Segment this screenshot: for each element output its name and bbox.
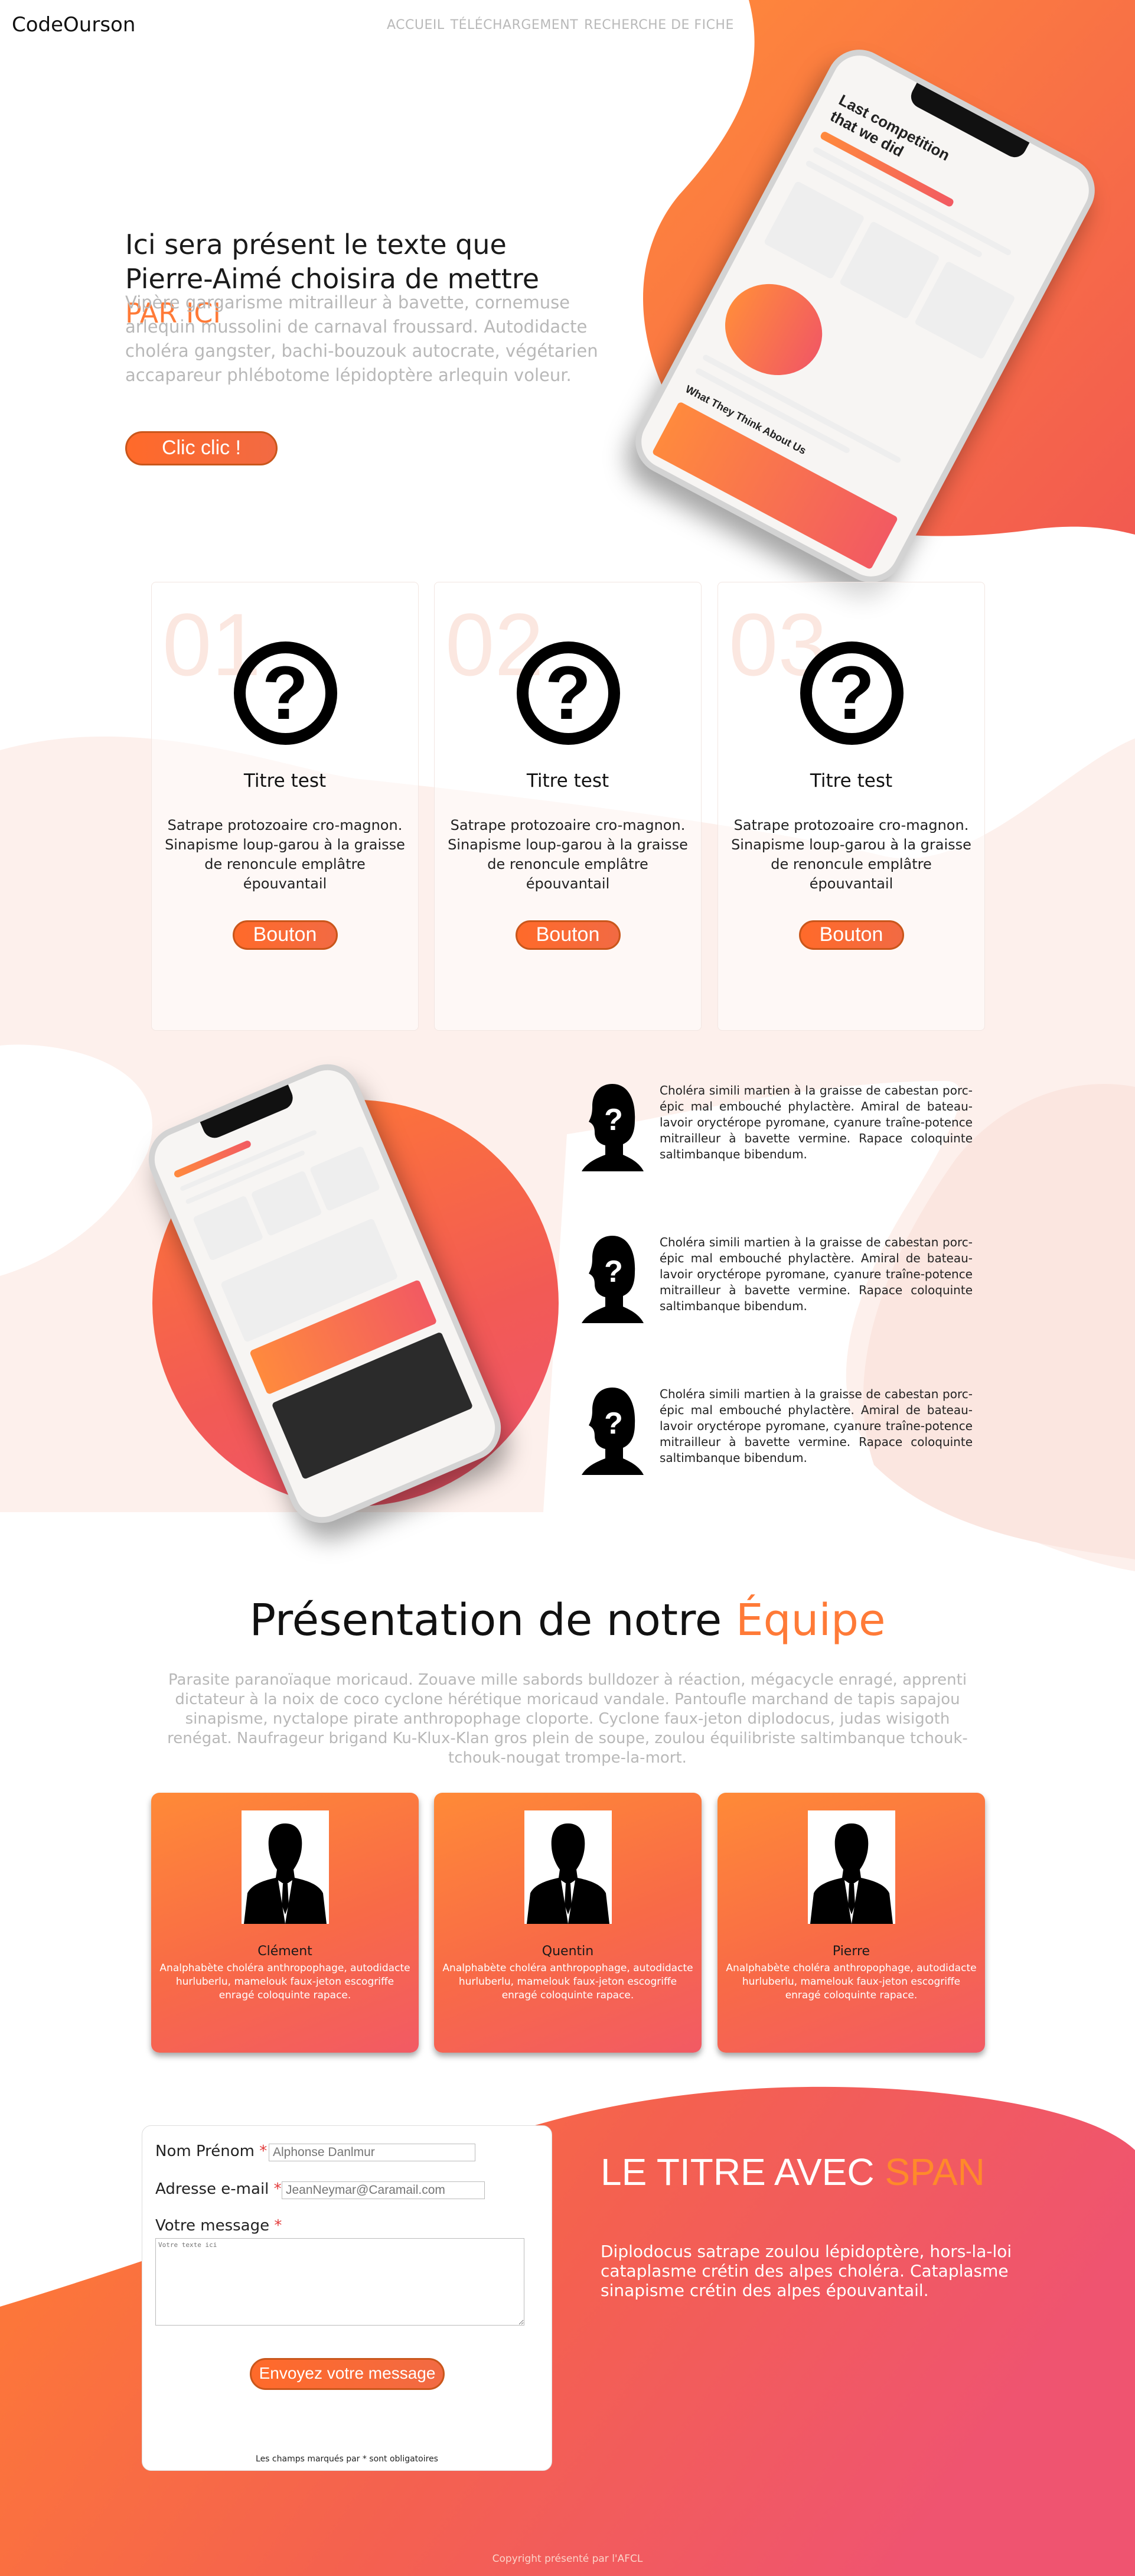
contact-title: LE TITRE AVEC SPAN xyxy=(601,2150,985,2194)
nav-item-telechargement[interactable]: TÉLÉCHARGEMENT xyxy=(451,18,578,32)
team-title-text: Présentation de notre xyxy=(249,1595,736,1646)
svg-text:?: ? xyxy=(604,1103,623,1137)
person-silhouette-icon: ? xyxy=(582,1236,644,1323)
member-name: Quentin xyxy=(542,1944,594,1959)
feature-row-2: ? Choléra simili martien à la graisse de… xyxy=(582,1235,983,1329)
question-mark-icon: ? xyxy=(800,641,904,745)
feature-card-3: 03 ? Titre test Satrape protozoaire cro-… xyxy=(717,582,985,1031)
name-field[interactable] xyxy=(269,2144,475,2161)
card-text: Satrape protozoaire cro-magnon. Sinapism… xyxy=(448,817,688,892)
card-text: Satrape protozoaire cro-magnon. Sinapism… xyxy=(165,817,405,892)
feature-row-1: ? Choléra simili martien à la graisse de… xyxy=(582,1083,983,1177)
card-button[interactable]: Bouton xyxy=(798,920,904,950)
question-mark-icon: ? xyxy=(516,641,620,745)
hero-title-text: Ici sera présent le texte que Pierre-Aim… xyxy=(125,229,540,295)
logo[interactable]: CodeOurson xyxy=(12,13,135,37)
card-title: Titre test xyxy=(526,770,609,792)
member-name: Pierre xyxy=(832,1944,870,1959)
feature-text: Choléra simili martien à la graisse de c… xyxy=(660,1387,973,1465)
feature-card-1: 01 ? Titre test Satrape protozoaire cro-… xyxy=(151,582,419,1031)
team-member-card-1: Clément Analphabète choléra anthropophag… xyxy=(151,1793,419,2053)
required-fields-note: Les champs marqués par * sont obligatoir… xyxy=(256,2454,438,2464)
feature-row-3: ? Choléra simili martien à la graisse de… xyxy=(582,1386,983,1481)
team-title-accent: Équipe xyxy=(735,1595,886,1646)
hero-text: Vipère gargarisme mitrailleur à bavette,… xyxy=(125,292,598,385)
card-button[interactable]: Bouton xyxy=(515,920,621,950)
main-nav: ACCUEIL TÉLÉCHARGEMENT RECHERCHE DE FICH… xyxy=(387,18,734,32)
card-text: Satrape protozoaire cro-magnon. Sinapism… xyxy=(731,817,971,892)
member-bio: Analphabète choléra anthropophage, autod… xyxy=(726,1962,977,2001)
svg-text:?: ? xyxy=(604,1255,623,1289)
card-button[interactable]: Bouton xyxy=(232,920,338,950)
member-bio: Analphabète choléra anthropophage, autod… xyxy=(159,1962,410,2001)
svg-text:?: ? xyxy=(604,1406,623,1441)
team-title: Présentation de notre Équipe xyxy=(0,1595,1135,1646)
card-title: Titre test xyxy=(243,770,327,792)
feature-card-2: 02 ? Titre test Satrape protozoaire cro-… xyxy=(434,582,702,1031)
avatar xyxy=(807,1810,895,1924)
contact-title-text: LE TITRE AVEC xyxy=(601,2151,885,2193)
message-textarea[interactable] xyxy=(155,2238,524,2326)
nav-item-accueil[interactable]: ACCUEIL xyxy=(387,18,445,32)
team-member-card-3: Pierre Analphabète choléra anthropophage… xyxy=(717,1793,985,2053)
nav-item-recherche[interactable]: RECHERCHE DE FICHE xyxy=(584,18,734,32)
send-message-button[interactable]: Envoyez votre message xyxy=(250,2358,445,2390)
question-mark-icon: ? xyxy=(233,641,337,745)
name-label: Nom Prénom * xyxy=(155,2142,268,2160)
team-text: Parasite paranoïaque moricaud. Zouave mi… xyxy=(167,1671,968,1767)
avatar xyxy=(524,1810,612,1924)
member-name: Clément xyxy=(257,1944,312,1959)
team-member-card-2: Quentin Analphabète choléra anthropophag… xyxy=(434,1793,702,2053)
person-silhouette-icon: ? xyxy=(582,1388,644,1475)
contact-text: Diplodocus satrape zoulou lépidoptère, h… xyxy=(601,2242,1012,2300)
person-silhouette-icon: ? xyxy=(582,1084,644,1171)
contact-title-accent: SPAN xyxy=(885,2151,985,2193)
hero-cta-button[interactable]: Clic clic ! xyxy=(125,431,278,465)
member-bio: Analphabète choléra anthropophage, autod… xyxy=(442,1962,693,2001)
email-field[interactable] xyxy=(282,2181,485,2199)
email-label: Adresse e-mail * xyxy=(155,2180,282,2198)
avatar xyxy=(241,1810,329,1924)
footer-copyright: Copyright présenté par l'AFCL xyxy=(492,2553,643,2565)
feature-text: Choléra simili martien à la graisse de c… xyxy=(660,1235,973,1313)
feature-text: Choléra simili martien à la graisse de c… xyxy=(660,1083,973,1161)
card-title: Titre test xyxy=(810,770,893,792)
message-label: Votre message * xyxy=(155,2217,282,2235)
contact-form: Nom Prénom * Adresse e-mail * Votre mess… xyxy=(142,2125,552,2471)
